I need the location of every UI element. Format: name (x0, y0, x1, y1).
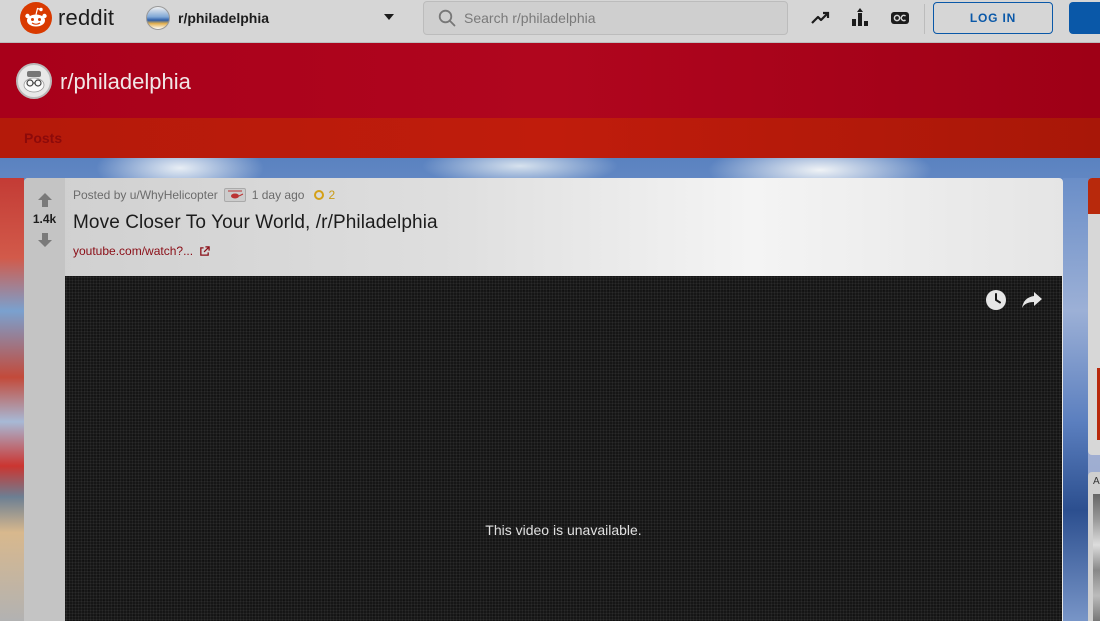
popular-icon[interactable] (849, 7, 871, 29)
search-icon (438, 9, 456, 27)
downvote-arrow-icon[interactable] (37, 232, 53, 248)
tab-posts[interactable]: Posts (24, 130, 62, 146)
subreddit-banner: r/philadelphia (0, 43, 1100, 118)
trending-icon[interactable] (809, 7, 831, 29)
sidebar-second-card-image (1093, 494, 1100, 621)
post-link-text: youtube.com/watch?... (73, 244, 194, 258)
subreddit-avatar-small (146, 6, 170, 30)
post-score: 1.4k (32, 212, 57, 226)
subreddit-tabs: Posts (0, 118, 1100, 158)
share-arrow-icon[interactable] (1021, 290, 1043, 310)
sidebar-second-card-heading: A (1093, 476, 1100, 487)
upvote-arrow-icon[interactable] (37, 192, 53, 208)
post-meta: Posted by u/WhyHelicopter 1 day ago 2 (73, 188, 335, 202)
subreddit-selector[interactable]: r/philadelphia (146, 4, 400, 32)
background-painting-right-edge (1063, 178, 1088, 621)
external-link-icon (200, 245, 210, 256)
reddit-logo[interactable]: reddit (20, 2, 114, 34)
chevron-down-icon (384, 14, 394, 20)
post-title[interactable]: Move Closer To Your World, /r/Philadelph… (73, 212, 438, 234)
sidebar-about-header (1088, 178, 1100, 214)
video-unavailable-message: This video is unavailable. (485, 522, 642, 538)
search-input[interactable] (464, 10, 764, 26)
vote-column: 1.4k (24, 178, 65, 621)
subreddit-selector-label: r/philadelphia (178, 10, 270, 26)
post-award[interactable]: 2 (314, 188, 335, 202)
background-painting-left-edge (0, 178, 24, 621)
award-icon (314, 190, 325, 200)
header-divider (924, 4, 925, 34)
user-flair-helicopter-icon (223, 188, 246, 202)
award-count: 2 (328, 188, 336, 202)
oc-icon[interactable] (889, 7, 911, 29)
post-author[interactable]: Posted by u/WhyHelicopter (73, 188, 218, 202)
login-button[interactable]: LOG IN (933, 2, 1053, 34)
search-bar[interactable] (423, 1, 788, 35)
post-external-link[interactable]: youtube.com/watch?... (73, 244, 210, 258)
signup-button[interactable] (1069, 2, 1100, 34)
subreddit-title: r/philadelphia (60, 69, 191, 94)
reddit-snoo-icon (20, 2, 52, 34)
top-navigation-bar: reddit r/philadelphia LOG IN (0, 0, 1100, 43)
post-time: 1 day ago (251, 188, 305, 202)
embedded-video-player[interactable]: This video is unavailable. (65, 276, 1062, 621)
subreddit-avatar (16, 63, 52, 99)
logo-wordmark: reddit (58, 5, 115, 30)
watch-later-clock-icon[interactable] (985, 289, 1007, 311)
